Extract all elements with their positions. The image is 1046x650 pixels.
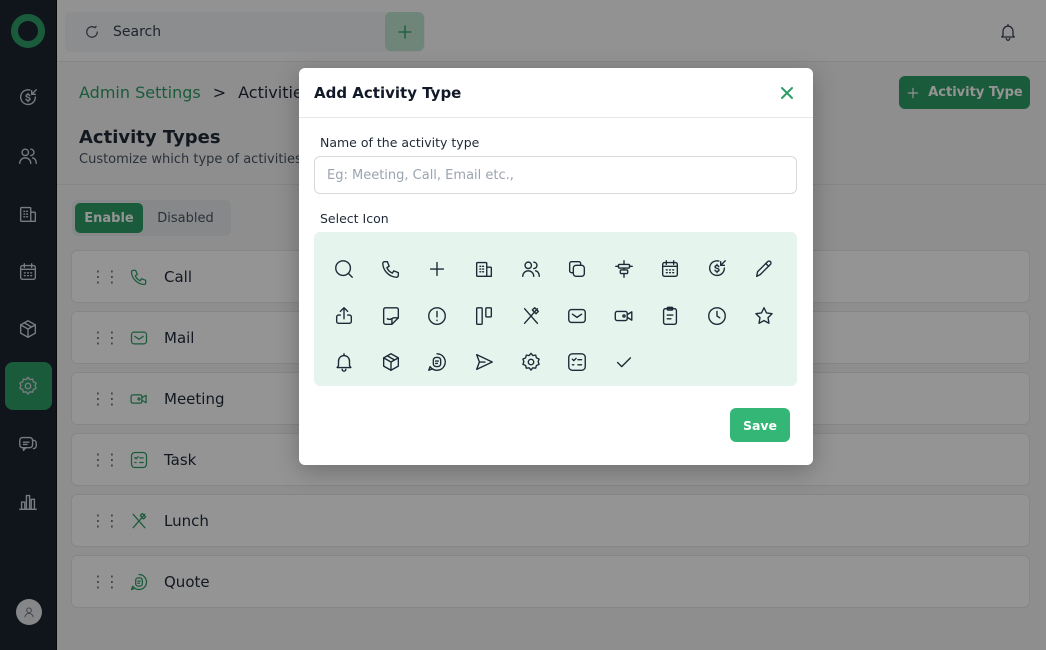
columns-icon[interactable] bbox=[461, 293, 508, 340]
select-icon-label: Select Icon bbox=[320, 211, 389, 226]
gear-icon[interactable] bbox=[507, 339, 554, 386]
close-icon[interactable] bbox=[779, 85, 795, 101]
activity-name-input[interactable] bbox=[314, 156, 797, 194]
users-icon[interactable] bbox=[507, 246, 554, 293]
pencil-icon[interactable] bbox=[740, 246, 787, 293]
building-icon[interactable] bbox=[461, 246, 508, 293]
add-activity-type-dialog: Add Activity Type Name of the activity t… bbox=[299, 68, 813, 465]
alert-circle-icon[interactable] bbox=[414, 293, 461, 340]
align-center-icon[interactable] bbox=[601, 246, 648, 293]
phone-icon[interactable] bbox=[368, 246, 415, 293]
sticky-note-icon[interactable] bbox=[368, 293, 415, 340]
video-icon[interactable] bbox=[601, 293, 648, 340]
send-icon[interactable] bbox=[461, 339, 508, 386]
plus-icon[interactable] bbox=[414, 246, 461, 293]
quote-icon[interactable] bbox=[414, 339, 461, 386]
cutlery-icon[interactable] bbox=[507, 293, 554, 340]
upload-icon[interactable] bbox=[321, 293, 368, 340]
box-icon[interactable] bbox=[368, 339, 415, 386]
mail-icon[interactable] bbox=[554, 293, 601, 340]
bell-icon[interactable] bbox=[321, 339, 368, 386]
name-field-label: Name of the activity type bbox=[320, 135, 480, 150]
copy-icon[interactable] bbox=[554, 246, 601, 293]
check-icon[interactable] bbox=[601, 339, 648, 386]
task-icon[interactable] bbox=[554, 339, 601, 386]
clock-icon[interactable] bbox=[694, 293, 741, 340]
save-button[interactable]: Save bbox=[730, 408, 790, 442]
star-icon[interactable] bbox=[740, 293, 787, 340]
calendar-icon[interactable] bbox=[647, 246, 694, 293]
icon-picker bbox=[314, 232, 797, 386]
clipboard-icon[interactable] bbox=[647, 293, 694, 340]
dialog-title: Add Activity Type bbox=[314, 83, 462, 102]
dialog-header: Add Activity Type bbox=[299, 68, 813, 118]
search-icon[interactable] bbox=[321, 246, 368, 293]
dollar-refund-icon[interactable] bbox=[694, 246, 741, 293]
